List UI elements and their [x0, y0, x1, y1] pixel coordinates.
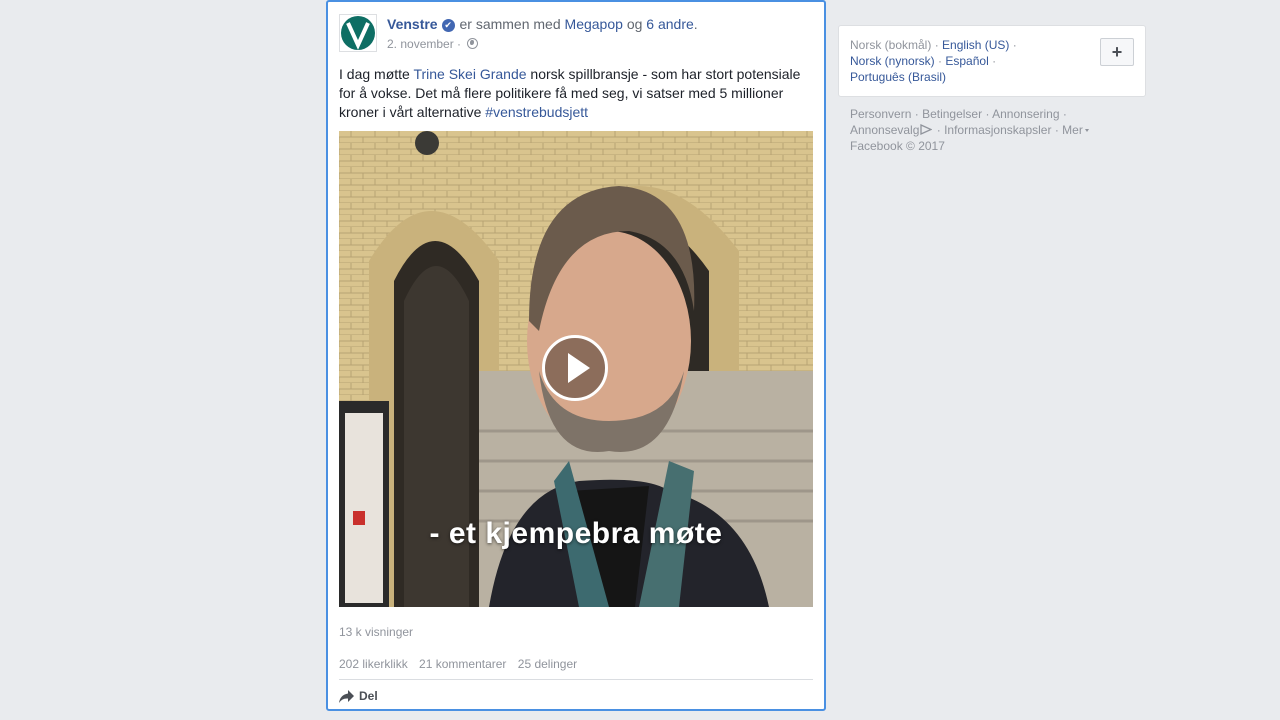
language-norsk-nynorsk[interactable]: Norsk (nynorsk) — [850, 54, 935, 68]
mention-link[interactable]: Trine Skei Grande — [413, 66, 526, 82]
language-portugues-brasil[interactable]: Português (Brasil) — [850, 70, 946, 84]
language-english-us[interactable]: English (US) — [942, 38, 1009, 52]
tagged-page-link[interactable]: Megapop — [565, 16, 623, 32]
adchoices-icon — [920, 124, 933, 135]
post-card: Venstre ✔ er sammen med Megapop og 6 andr… — [326, 0, 826, 711]
shares-count[interactable]: 25 delinger — [518, 657, 577, 671]
page-name-link[interactable]: Venstre — [387, 16, 438, 32]
comments-count[interactable]: 21 kommentarer — [419, 657, 506, 671]
others-link[interactable]: 6 andre — [646, 16, 693, 32]
add-language-button[interactable]: + — [1100, 38, 1134, 66]
separator: · — [1062, 107, 1067, 121]
separator: · — [992, 54, 997, 68]
mer-label: Mer — [1062, 123, 1083, 137]
verified-badge-icon: ✔ — [441, 19, 455, 32]
separator: · — [936, 123, 941, 137]
with-text: er sammen med — [459, 16, 561, 32]
post-header: Venstre ✔ er sammen med Megapop og 6 andr… — [339, 14, 813, 56]
engagement-stats: 202 likerklikk 21 kommentarer 25 delinge… — [339, 657, 585, 671]
separator: · — [1012, 38, 1017, 52]
venstre-logo-icon — [341, 16, 375, 50]
language-list: Norsk (bokmål) · English (US) · Norsk (n… — [850, 37, 1090, 85]
divider — [339, 679, 813, 680]
share-arrow-icon — [339, 690, 354, 703]
footer-links: Personvern · Betingelser · Annonsering ·… — [850, 106, 1140, 154]
separator: · — [985, 107, 990, 121]
share-label: Del — [359, 689, 378, 703]
globe-icon[interactable] — [467, 38, 479, 49]
likes-count[interactable]: 202 likerklikk — [339, 657, 408, 671]
post-date-link[interactable]: 2. november — [387, 37, 454, 51]
view-count: 13 k visninger — [339, 625, 414, 639]
video-caption: - et kjempebra møte — [429, 517, 723, 550]
play-button[interactable] — [542, 335, 608, 401]
footer-link-annonsering[interactable]: Annonsering — [992, 107, 1059, 121]
footer-link-mer[interactable]: Mer — [1062, 123, 1089, 137]
page-avatar[interactable] — [339, 14, 377, 52]
hashtag-link[interactable]: #venstrebudsjett — [485, 104, 588, 120]
language-box: Norsk (bokmål) · English (US) · Norsk (n… — [838, 25, 1146, 97]
separator: · — [934, 38, 939, 52]
footer-link-betingelser[interactable]: Betingelser — [922, 107, 982, 121]
footer-link-annonsevalg[interactable]: Annonsevalg — [850, 123, 919, 137]
language-espanol[interactable]: Español — [945, 54, 988, 68]
footer-link-informasjonskapsler[interactable]: Informasjonskapsler — [944, 123, 1051, 137]
and-text: og — [626, 16, 643, 32]
caret-down-icon — [1084, 129, 1089, 132]
video-player[interactable]: - et kjempebra møte — [339, 131, 813, 607]
separator: · — [938, 54, 943, 68]
post-meta: 2. november · — [387, 37, 479, 51]
separator: · — [1054, 123, 1059, 137]
period: . — [693, 16, 698, 32]
footer-link-personvern[interactable]: Personvern — [850, 107, 911, 121]
post-header-line: Venstre ✔ er sammen med Megapop og 6 andr… — [387, 16, 698, 32]
current-language: Norsk (bokmål) — [850, 38, 932, 52]
copyright: Facebook © 2017 — [850, 139, 945, 153]
post-text-start: I dag møtte — [339, 66, 414, 82]
post-text: I dag møtte Trine Skei Grande norsk spil… — [339, 65, 813, 122]
meta-separator: · — [457, 37, 462, 51]
share-button[interactable]: Del — [339, 689, 378, 703]
separator: · — [914, 107, 919, 121]
